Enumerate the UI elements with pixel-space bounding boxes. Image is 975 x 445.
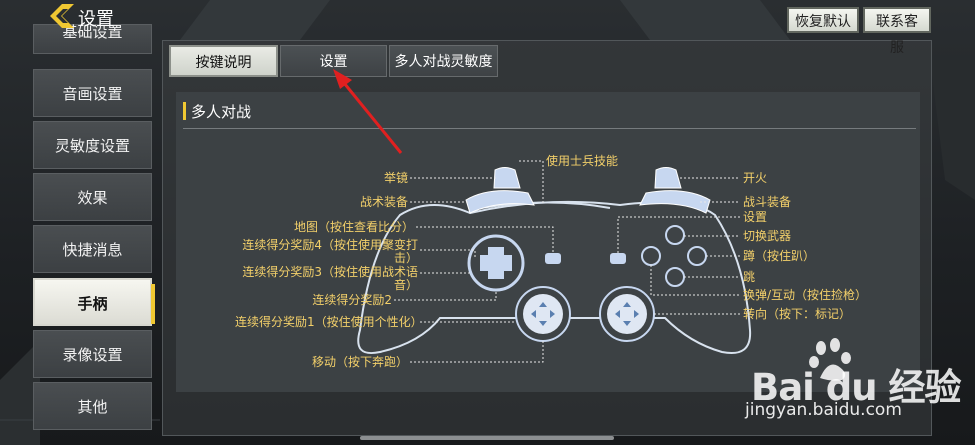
page-title: 设置	[78, 9, 114, 30]
label-settings: 设置	[743, 210, 768, 224]
label-map: 地图（按住查看比分）	[293, 220, 414, 234]
label-switch-weapon: 切换武器	[743, 229, 792, 243]
sidebar-item-label: 手柄	[77, 295, 108, 313]
sidebar-item-controller[interactable]: 手柄	[33, 278, 155, 326]
sidebar-item-sensitivity[interactable]: 灵敏度设置	[33, 121, 152, 169]
label-tactical-equipment: 战术装备	[359, 195, 408, 209]
label-combat-equipment: 战斗装备	[743, 195, 792, 209]
home-indicator[interactable]	[360, 436, 614, 440]
restore-default-button[interactable]: 恢复默认	[787, 7, 859, 33]
sidebar-item-quick-messages[interactable]: 快捷消息	[33, 225, 152, 273]
label-streak-3: 连续得分奖励3（按住使用战术语音）	[242, 265, 418, 292]
back-arrow-icon	[50, 4, 74, 28]
contact-support-button[interactable]: 联系客服	[863, 7, 931, 56]
label-move: 移动（按下奔跑）	[311, 355, 408, 369]
tab-multiplayer-sensitivity[interactable]: 多人对战灵敏度	[389, 45, 498, 77]
label-streak-2: 连续得分奖励2	[312, 293, 392, 307]
label-streak-4: 连续得分奖励4（按住使用聚变打击）	[242, 238, 418, 265]
label-jump: 跳	[743, 270, 756, 284]
section-title: 多人对战	[191, 103, 252, 121]
active-indicator	[151, 284, 155, 324]
tab-key-guide[interactable]: 按键说明	[169, 45, 278, 77]
label-turn: 转向（按下：标记）	[743, 307, 852, 321]
tab-settings[interactable]: 设置	[280, 45, 387, 77]
watermark-url: jingyan.baidu.com	[745, 400, 902, 420]
sidebar: 基础设置 音画设置 灵敏度设置 效果 快捷消息 手柄 录像设置 其他	[33, 24, 155, 436]
section-accent-bar	[183, 102, 186, 120]
label-streak-1: 连续得分奖励1（按住使用个性化）	[235, 315, 423, 329]
top-bar: 设置 恢复默认 联系客服	[0, 0, 975, 56]
section-divider	[183, 128, 916, 129]
label-soldier-skill: 使用士兵技能	[546, 154, 619, 168]
sidebar-item-effects[interactable]: 效果	[33, 173, 152, 221]
sidebar-item-audio-video[interactable]: 音画设置	[33, 69, 152, 117]
sidebar-item-other[interactable]: 其他	[33, 382, 152, 430]
label-reload: 换弹/互动（按住捡枪）	[743, 288, 868, 302]
label-fire: 开火	[743, 171, 768, 185]
back-button[interactable]	[48, 3, 76, 29]
label-aim: 举镜	[383, 171, 408, 185]
label-crouch: 蹲（按住趴）	[743, 249, 816, 263]
sidebar-item-recording[interactable]: 录像设置	[33, 330, 152, 378]
